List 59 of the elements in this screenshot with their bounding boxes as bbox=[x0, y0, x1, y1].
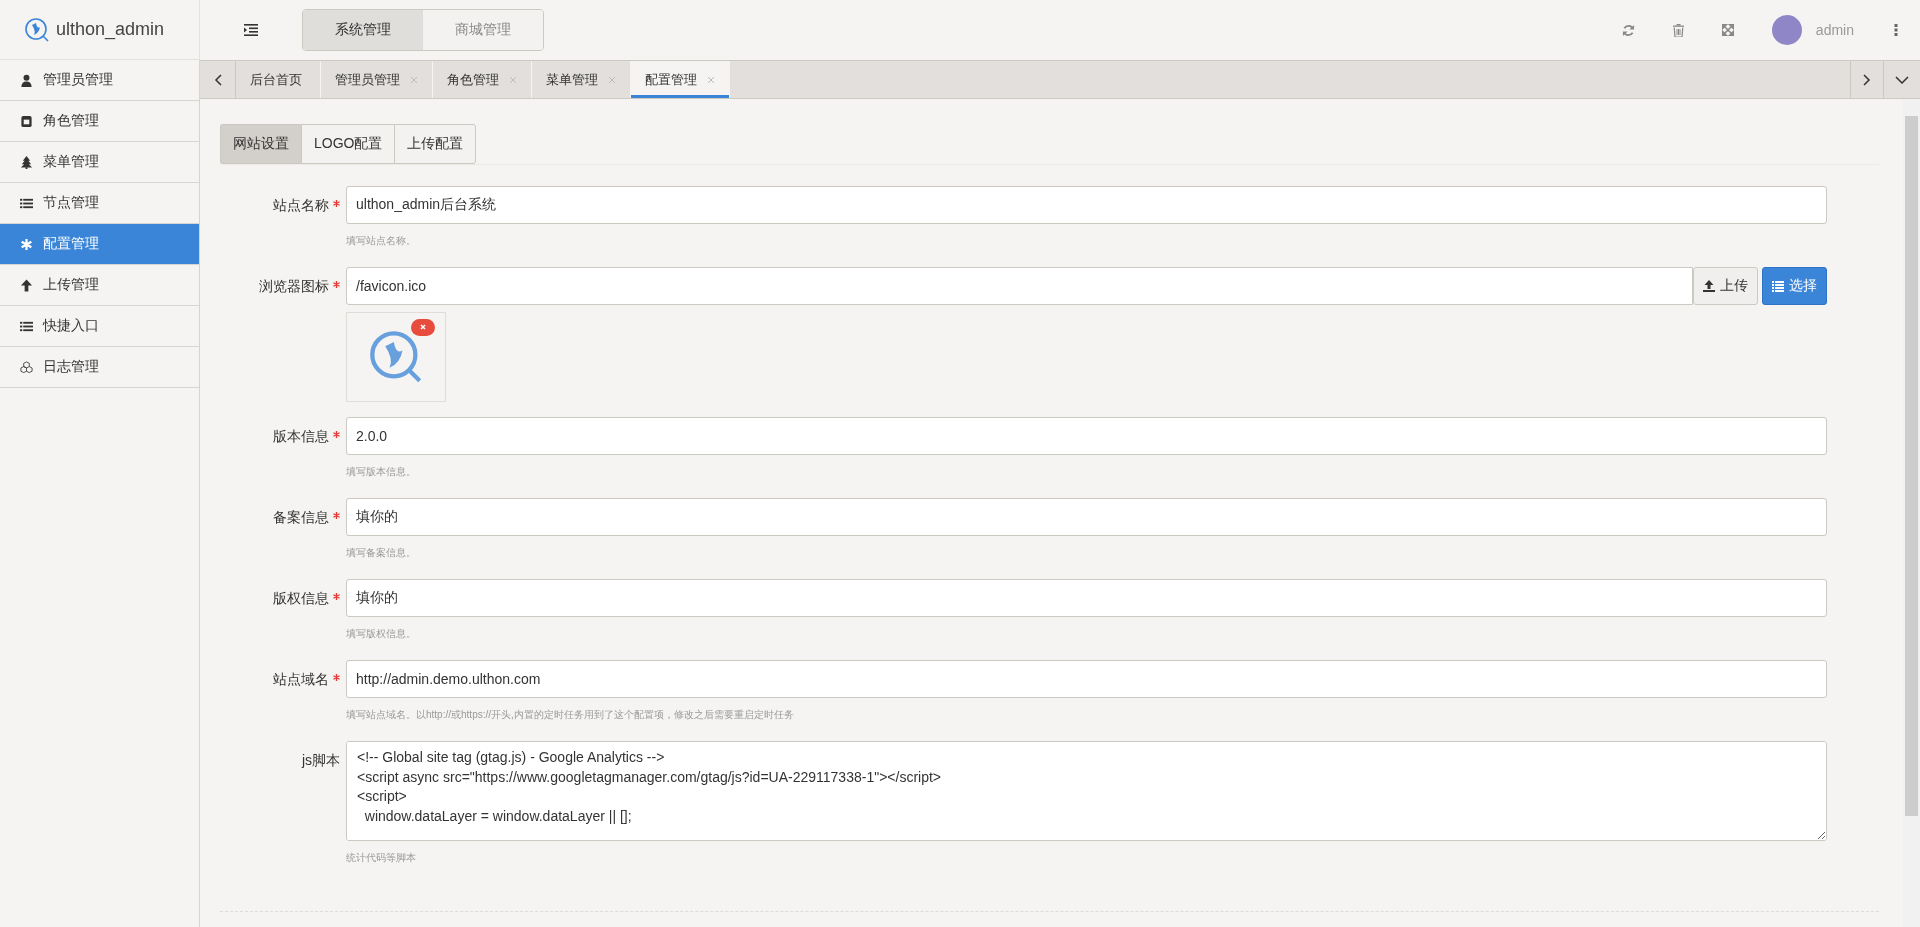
close-icon[interactable] bbox=[707, 75, 715, 84]
list-icon bbox=[20, 319, 33, 333]
field-label: 浏览器图标 bbox=[259, 278, 329, 296]
field-label: 版权信息 bbox=[273, 590, 329, 608]
choose-button[interactable]: 选择 bbox=[1762, 267, 1827, 305]
text-input[interactable]: ulthon_admin后台系统 bbox=[346, 186, 1827, 224]
text-input[interactable]: 填你的 bbox=[346, 498, 1827, 536]
menu-toggle-icon[interactable] bbox=[244, 24, 258, 36]
refresh-icon[interactable] bbox=[1621, 23, 1635, 37]
tree-icon bbox=[20, 155, 33, 169]
field-label: js脚本 bbox=[301, 752, 340, 770]
script-textarea[interactable]: <!-- Global site tag (gtag.js) - Google Analytics --> <script async src="https://www.googletagmanager.com/gtag/js?id=UA-229117338-1"></script> <script> window.dataLayer = window.dataLayer || []; bbox=[347, 742, 1826, 840]
chevron-down-icon bbox=[1895, 75, 1909, 84]
text-input[interactable]: http://admin.demo.ulthon.com bbox=[346, 660, 1827, 698]
asterisk-icon bbox=[20, 237, 33, 251]
cubes-icon bbox=[20, 360, 33, 374]
field-label: 版本信息 bbox=[273, 428, 329, 446]
text-input[interactable]: 填你的 bbox=[346, 579, 1827, 617]
field-hint: 填写版权信息。 bbox=[346, 627, 417, 641]
upload-button[interactable]: 上传 bbox=[1693, 267, 1758, 305]
user-icon bbox=[20, 73, 33, 87]
sidebar-item[interactable]: 日志管理 bbox=[0, 347, 199, 388]
field-hint: 统计代码等脚本 bbox=[346, 851, 417, 865]
scrollbar[interactable] bbox=[1903, 99, 1920, 927]
field-hint: 填写站点名称。 bbox=[346, 234, 417, 248]
field-label: 备案信息 bbox=[273, 509, 329, 527]
field-label: 站点名称 bbox=[273, 197, 329, 215]
sidebar-item[interactable]: 配置管理 bbox=[0, 224, 199, 265]
config-tab[interactable]: LOGO配置 bbox=[301, 124, 395, 164]
arrow-up-icon bbox=[20, 278, 33, 292]
text-input[interactable]: /favicon.ico bbox=[346, 267, 1693, 305]
module-tab[interactable]: 系统管理 bbox=[303, 10, 423, 50]
logo-icon bbox=[24, 16, 50, 43]
list-icon bbox=[1772, 280, 1784, 292]
upload-icon bbox=[1703, 280, 1715, 292]
field-hint: 填写版本信息。 bbox=[346, 465, 417, 479]
config-tab[interactable]: 网站设置 bbox=[220, 124, 301, 164]
trash-icon[interactable] bbox=[1672, 23, 1684, 37]
sidebar-item[interactable]: 管理员管理 bbox=[0, 60, 199, 101]
list-icon bbox=[20, 196, 33, 210]
sidebar-item[interactable]: 菜单管理 bbox=[0, 142, 199, 183]
brand-name: ulthon_admin bbox=[56, 19, 165, 40]
remove-icon[interactable] bbox=[411, 319, 435, 336]
sidebar-item[interactable]: 上传管理 bbox=[0, 265, 199, 306]
text-input[interactable]: 2.0.0 bbox=[346, 417, 1827, 455]
sidebar-item[interactable]: 角色管理 bbox=[0, 101, 199, 142]
more-icon[interactable] bbox=[1894, 24, 1898, 36]
field-hint: 填写备案信息。 bbox=[346, 546, 417, 560]
field-hint: 填写站点域名。以http://或https://开头,内置的定时任务用到了这个配置项，修改之后需要重启定时任务 bbox=[346, 708, 795, 722]
sidebar-item[interactable]: 快捷入口 bbox=[0, 306, 199, 347]
badge-icon bbox=[20, 114, 33, 128]
chevron-right-icon bbox=[1863, 73, 1871, 86]
field-label: 站点域名 bbox=[273, 671, 329, 689]
page-tab[interactable]: 配置管理 bbox=[631, 61, 730, 98]
avatar[interactable] bbox=[1771, 15, 1802, 45]
fullscreen-icon[interactable] bbox=[1721, 24, 1734, 36]
favicon-drawing bbox=[368, 329, 424, 385]
chevron-left-icon bbox=[213, 73, 222, 86]
config-tab[interactable]: 上传配置 bbox=[394, 124, 477, 164]
